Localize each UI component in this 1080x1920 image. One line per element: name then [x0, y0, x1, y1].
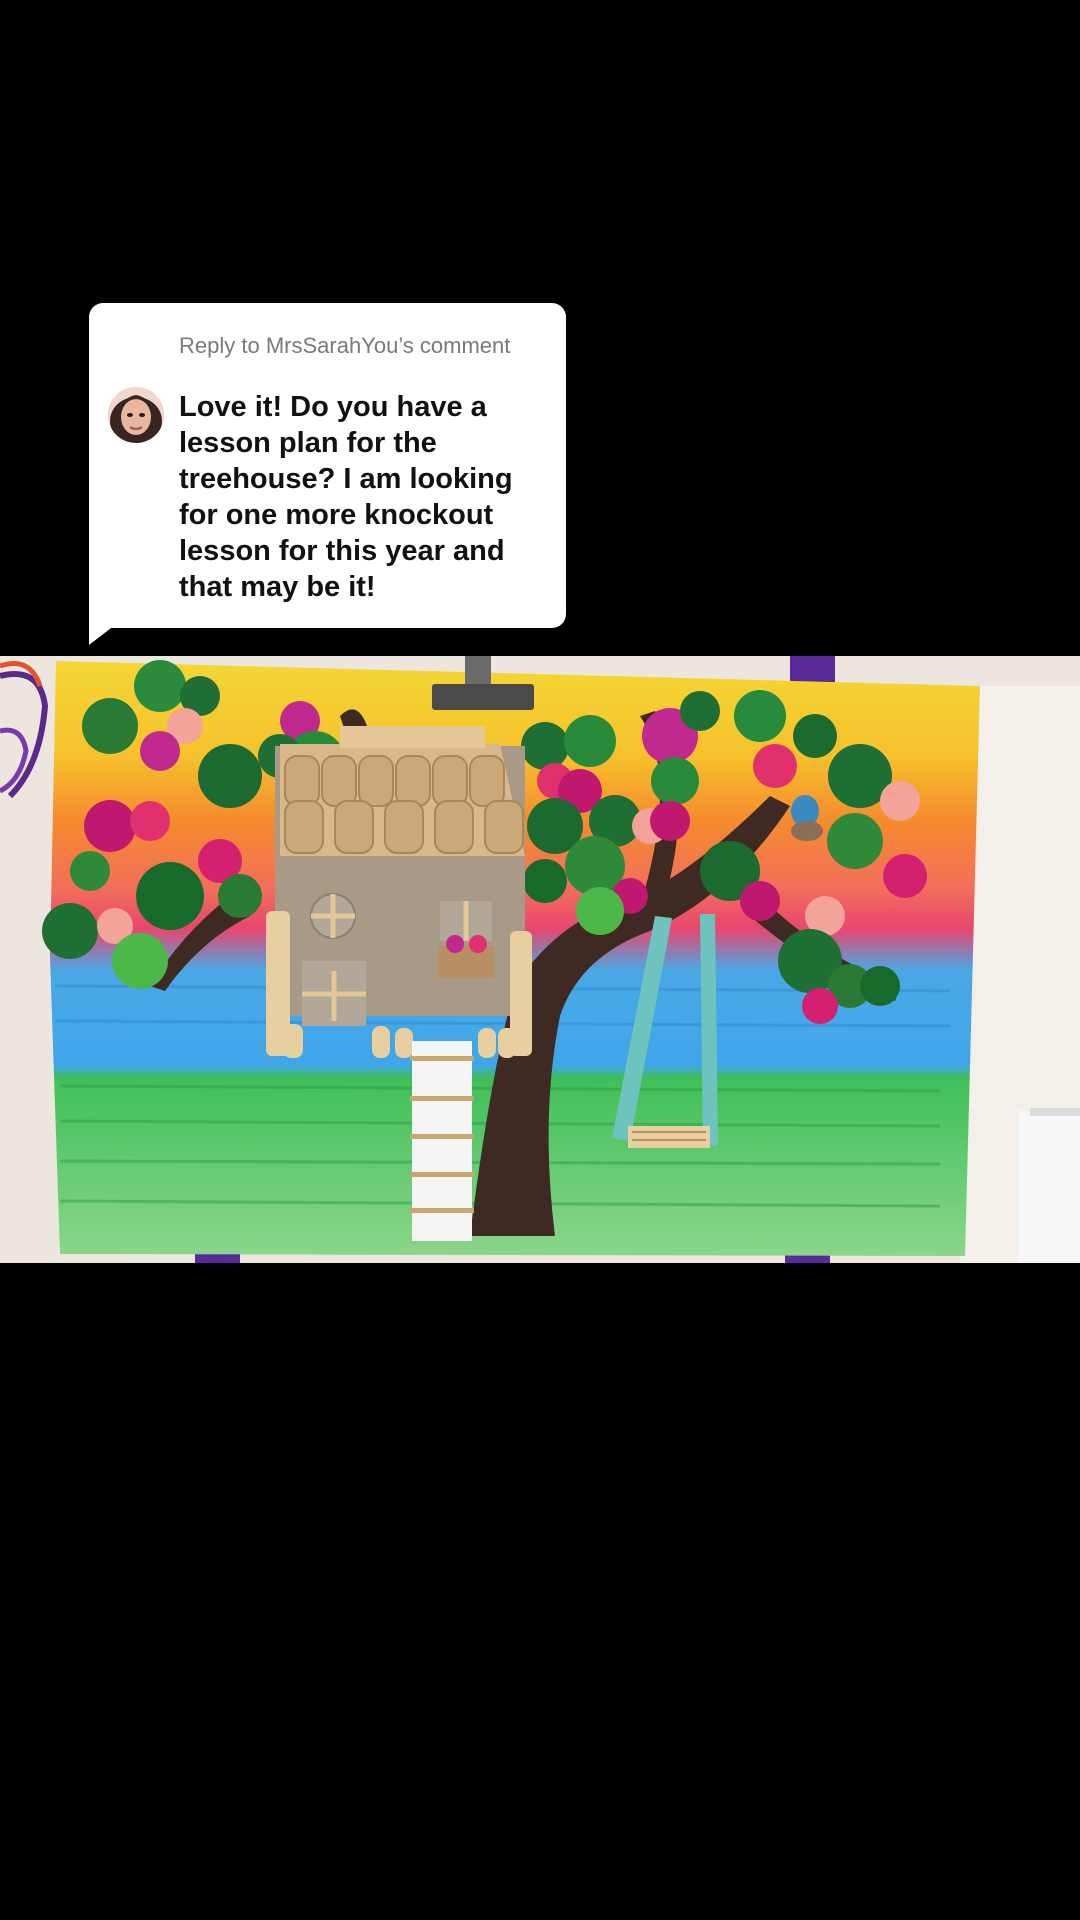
- treehouse-collage-icon: [0, 656, 1080, 1263]
- reply-comment-card[interactable]: Reply to MrsSarahYou’s comment Love it! …: [89, 303, 566, 645]
- commenter-avatar[interactable]: [108, 387, 164, 443]
- speech-tail-icon: [89, 603, 115, 645]
- reply-header-prefix: Reply to: [179, 333, 266, 358]
- reply-comment-text: Love it! Do you have a lesson plan for t…: [179, 391, 513, 603]
- video-frame: Reply to MrsSarahYou’s comment Love it! …: [0, 0, 1080, 1920]
- artwork-photo: [0, 656, 1080, 1263]
- reply-header-suffix: ’s comment: [398, 333, 511, 358]
- reply-header: Reply to MrsSarahYou’s comment: [179, 333, 539, 359]
- reply-username[interactable]: MrsSarahYou: [266, 333, 398, 358]
